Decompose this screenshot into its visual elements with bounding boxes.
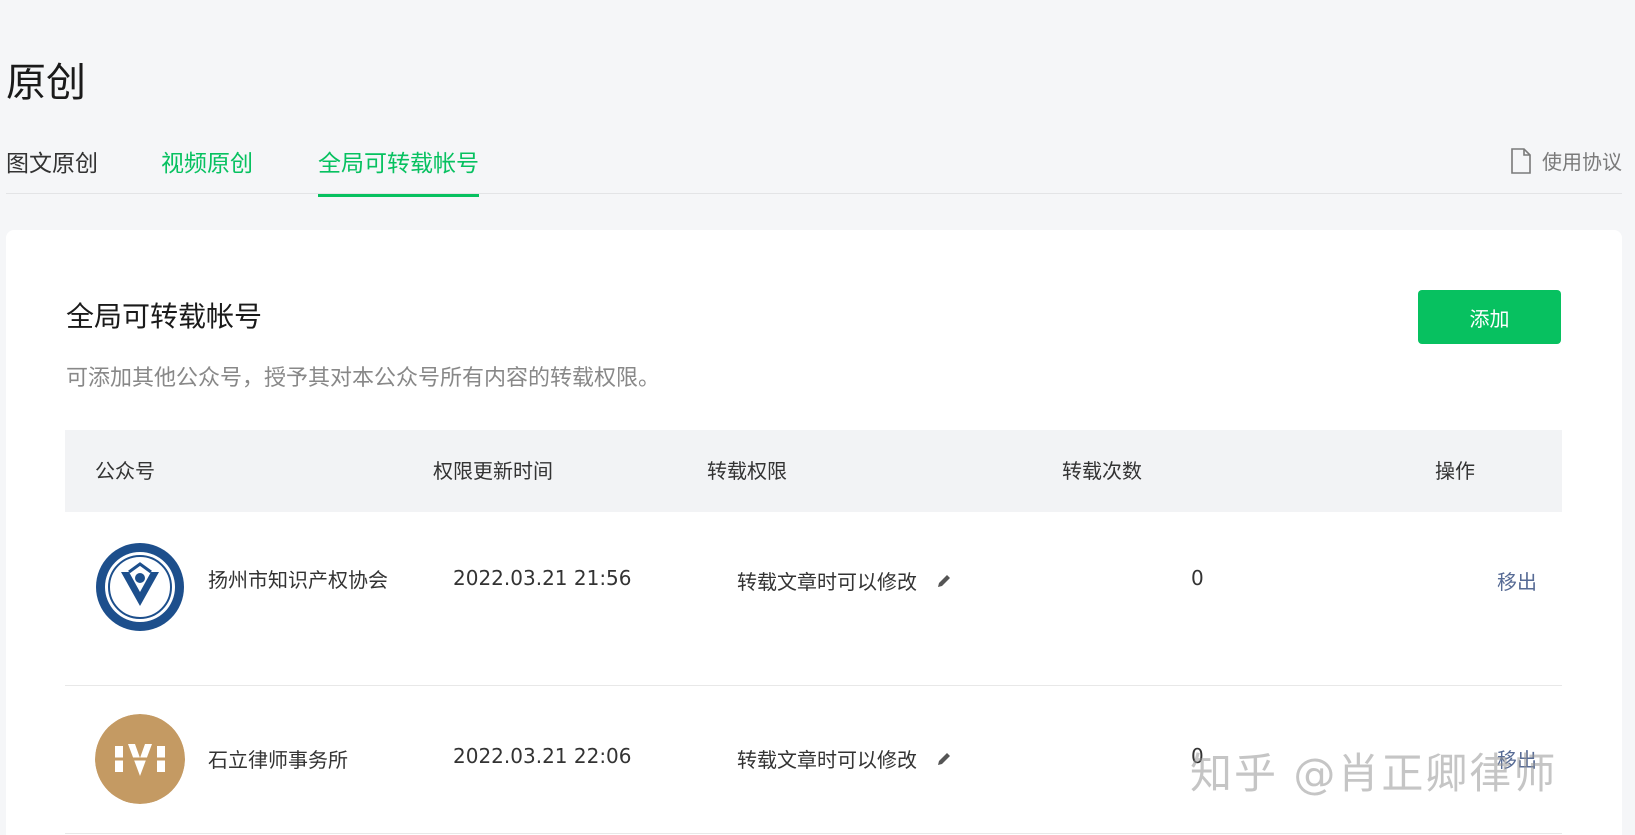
avatar <box>95 714 185 804</box>
tab-video-original[interactable]: 视频原创 <box>161 148 253 194</box>
header-repost-count: 转载次数 <box>1062 459 1142 483</box>
page-title: 原创 <box>6 60 86 106</box>
repost-count: 0 <box>1191 566 1204 590</box>
tab-article-original[interactable]: 图文原创 <box>6 148 98 194</box>
agreement-label: 使用协议 <box>1542 150 1622 174</box>
avatar <box>96 543 184 631</box>
permission-cell: 转载文章时可以修改 <box>737 566 953 595</box>
edit-icon[interactable] <box>935 572 953 590</box>
header-action: 操作 <box>1435 459 1475 483</box>
header-permission: 转载权限 <box>707 459 787 483</box>
section-title: 全局可转载帐号 <box>66 300 263 333</box>
watermark: 知乎 @肖正卿律师 <box>1190 749 1558 798</box>
account-name: 扬州市知识产权协会 <box>208 568 388 592</box>
header-account: 公众号 <box>95 459 155 483</box>
edit-icon[interactable] <box>935 750 953 768</box>
tab-global-repost-accounts[interactable]: 全局可转载帐号 <box>318 148 479 197</box>
update-time: 2022.03.21 21:56 <box>453 566 632 590</box>
permission-text: 转载文章时可以修改 <box>737 748 917 772</box>
header-update-time: 权限更新时间 <box>433 459 553 483</box>
table-header: 公众号 权限更新时间 转载权限 转载次数 操作 <box>65 430 1562 512</box>
permission-text: 转载文章时可以修改 <box>737 570 917 594</box>
permission-cell: 转载文章时可以修改 <box>737 744 953 773</box>
tab-bar: 图文原创 视频原创 全局可转载帐号 使用协议 <box>6 146 1622 197</box>
account-name: 石立律师事务所 <box>208 748 348 772</box>
table-row: 扬州市知识产权协会 2022.03.21 21:56 转载文章时可以修改 0 移… <box>65 512 1562 686</box>
page: 原创 图文原创 视频原创 全局可转载帐号 使用协议 全局可转载帐号 可添加其他公… <box>0 0 1635 835</box>
remove-link[interactable]: 移出 <box>1497 566 1537 595</box>
add-button[interactable]: 添加 <box>1418 290 1561 344</box>
agreement-link[interactable]: 使用协议 <box>1510 146 1622 175</box>
document-icon <box>1511 147 1531 174</box>
section-description: 可添加其他公众号，授予其对本公众号所有内容的转载权限。 <box>66 366 661 391</box>
update-time: 2022.03.21 22:06 <box>453 744 632 768</box>
